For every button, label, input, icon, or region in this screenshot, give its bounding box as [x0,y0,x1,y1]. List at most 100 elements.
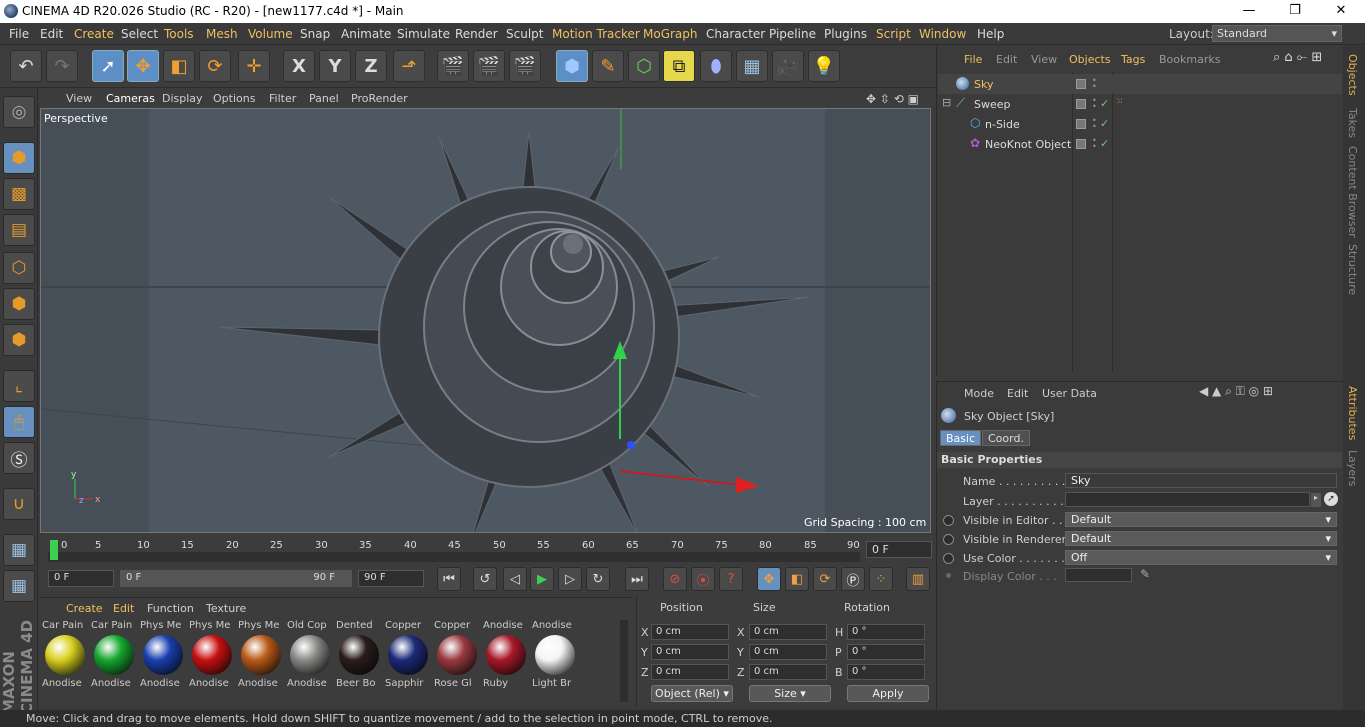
objects-menu-tags[interactable]: Tags [1121,53,1145,66]
scheme-timeline-button[interactable]: ▥ [906,567,930,591]
menu-tools[interactable]: Tools [164,27,194,41]
visible-renderer-radio-icon[interactable] [943,534,954,545]
layout-select[interactable]: Standard ▾ [1212,25,1342,42]
texture-mode-button[interactable]: ▩ [3,178,35,210]
model-mode-button[interactable]: ⬢ [3,142,35,174]
maximize-button[interactable]: ❐ [1272,1,1318,21]
viewport-menu-view[interactable]: View [66,92,92,105]
floor-button[interactable]: ▦ [736,50,768,82]
object-row-sky[interactable]: Sky • • [938,74,1342,94]
enabled-check-icon[interactable]: ✓ [1100,117,1109,130]
object-row-sweep[interactable]: ⊟ ⟋ Sweep • • ✓ ⁙ [938,94,1342,114]
edge-mode-button[interactable]: ⬢ [3,288,35,320]
material-swatch[interactable]: Car Pain Anodise [42,620,88,694]
attr-tab-coord[interactable]: Coord. [982,430,1030,446]
enable-snap-button[interactable]: ∪ [3,488,35,520]
render-view-button[interactable]: 🎬 [437,50,469,82]
object-row-n-side[interactable]: ⬡ n-Side • • ✓ [938,114,1342,134]
render-picture-viewer-button[interactable]: 🎬 [473,50,505,82]
pos-z-field[interactable]: 0 cm [651,664,729,680]
use-color-radio-icon[interactable] [943,553,954,564]
menu-window[interactable]: Window [919,27,966,41]
workplane-mode-button[interactable]: ▤ [3,214,35,246]
viewport-menu-filter[interactable]: Filter [269,92,296,105]
viewport-menu-prorender[interactable]: ProRender [351,92,408,105]
minimize-button[interactable]: — [1226,1,1272,21]
rot-b-field[interactable]: 0 ° [847,664,925,680]
visibility-dots-icon[interactable]: • • [1092,77,1097,91]
start-frame-field[interactable]: 0 F [48,570,114,587]
material-menu-create[interactable]: Create [66,602,103,615]
menu-mesh[interactable]: Mesh [206,27,238,41]
visibility-dots-icon[interactable]: • • [1092,97,1097,111]
current-frame-field[interactable]: 0 F [866,541,932,558]
material-swatch[interactable]: Copper Sapphir [385,620,431,694]
menu-motion-tracker[interactable]: Motion Tracker [552,27,640,41]
enabled-check-icon[interactable]: ✓ [1100,137,1109,150]
coordinate-mode-select[interactable]: Object (Rel) ▾ [651,685,733,702]
material-swatch[interactable]: Car Pain Anodise [91,620,137,694]
x-axis-button[interactable]: X [283,50,315,82]
autokeying-button[interactable]: ⦿ [691,567,715,591]
menu-file[interactable]: File [9,27,29,41]
rotate-tool-button[interactable]: ⟳ [199,50,231,82]
menu-mograph[interactable]: MoGraph [643,27,698,41]
perspective-viewport[interactable]: y x z [40,108,931,533]
recent-tools-button[interactable]: ✛ [238,50,270,82]
layer-icon[interactable] [1076,139,1086,149]
viewport-menu-display[interactable]: Display [162,92,203,105]
menu-simulate[interactable]: Simulate [397,27,450,41]
next-frame-button[interactable]: ▷ [558,567,582,591]
previous-frame-button[interactable]: ◁ [503,567,527,591]
record-position-button[interactable]: ✥ [757,567,781,591]
menu-volume[interactable]: Volume [248,27,293,41]
material-swatch[interactable]: Copper Rose Gl [434,620,480,694]
menu-edit[interactable]: Edit [40,27,63,41]
subdivision-surface-button[interactable]: ⬡ [628,50,660,82]
tab-objects[interactable]: Objects [1346,54,1359,96]
menu-create[interactable]: Create [74,27,114,41]
size-z-field[interactable]: 0 cm [749,664,827,680]
visible-editor-radio-icon[interactable] [943,515,954,526]
playhead-marker[interactable] [50,540,58,560]
live-selection-button[interactable]: ➚ [92,50,124,82]
material-swatch[interactable]: Dented Beer Bo [336,620,382,694]
tab-layers[interactable]: Layers [1346,450,1359,486]
menu-help[interactable]: Help [977,27,1004,41]
move-tool-button[interactable]: ✥ [127,50,159,82]
locked-workplane-button[interactable]: ▦ [3,570,35,602]
attr-menu-user-data[interactable]: User Data [1042,387,1097,400]
rot-p-field[interactable]: 0 ° [847,644,925,660]
previous-key-button[interactable]: ↺ [473,567,497,591]
record-parameter-button[interactable]: Ⓟ [841,567,865,591]
rot-h-field[interactable]: 0 ° [847,624,925,640]
attr-visible-renderer-select[interactable]: Default ▾ [1065,531,1337,546]
pos-x-field[interactable]: 0 cm [651,624,729,640]
material-swatch[interactable]: Old Cop Anodise [287,620,333,694]
record-active-objects-button[interactable]: ⊘ [663,567,687,591]
enabled-check-icon[interactable]: ✓ [1100,97,1109,110]
camera-button[interactable]: 🎥 [772,50,804,82]
attr-tab-basic[interactable]: Basic [940,430,982,446]
pos-y-field[interactable]: 0 cm [651,644,729,660]
tab-attributes[interactable]: Attributes [1346,386,1359,440]
undo-button[interactable]: ↶ [10,50,42,82]
eyedropper-icon[interactable]: ✎ [1140,567,1150,581]
scale-tool-button[interactable]: ◧ [163,50,195,82]
layer-picker-icon[interactable]: ➚ [1324,492,1338,506]
tab-structure[interactable]: Structure [1346,244,1359,295]
viewport-navigation-icons[interactable]: ✥ ⇳ ⟲ ▣ [866,92,919,106]
visibility-dots-icon[interactable]: • • [1092,117,1097,131]
viewport-menu-panel[interactable]: Panel [309,92,339,105]
material-menu-texture[interactable]: Texture [206,602,246,615]
cube-object-button[interactable]: ⬢ [556,50,588,82]
go-to-start-button[interactable]: ⏮ [437,567,461,591]
z-axis-button[interactable]: Z [355,50,387,82]
redo-button[interactable]: ↷ [46,50,78,82]
material-menu-function[interactable]: Function [147,602,194,615]
menu-pipeline[interactable]: Pipeline [769,27,816,41]
light-button[interactable]: 💡 [808,50,840,82]
size-x-field[interactable]: 0 cm [749,624,827,640]
attr-menu-mode[interactable]: Mode [964,387,994,400]
visibility-dots-icon[interactable]: • • [1092,137,1097,151]
